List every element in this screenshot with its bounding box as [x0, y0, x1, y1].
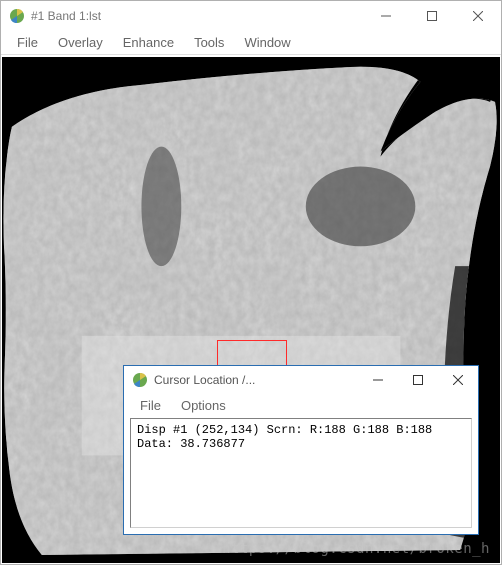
image-viewport[interactable]: https://blog.csdn.net/broken_h Cursor Lo…: [2, 57, 500, 563]
main-window: #1 Band 1:lst File Overlay Enhance Tools…: [0, 0, 502, 565]
close-button[interactable]: [455, 1, 501, 31]
menu-file[interactable]: File: [7, 33, 48, 52]
menu-enhance[interactable]: Enhance: [113, 33, 184, 52]
cursor-titlebar: Cursor Location /...: [124, 366, 478, 394]
maximize-button[interactable]: [409, 1, 455, 31]
cursor-window-controls: [358, 366, 478, 394]
close-button[interactable]: [438, 366, 478, 394]
cursor-window-title: Cursor Location /...: [154, 373, 255, 387]
menu-window[interactable]: Window: [234, 33, 300, 52]
menu-overlay[interactable]: Overlay: [48, 33, 113, 52]
cursor-location-window[interactable]: Cursor Location /... File Options: [123, 365, 479, 535]
cursor-menubar: File Options: [124, 394, 478, 416]
minimize-button[interactable]: [363, 1, 409, 31]
watermark-text: https://blog.csdn.net/broken_h: [222, 541, 490, 557]
envi-app-icon: [9, 8, 25, 24]
main-window-title: #1 Band 1:lst: [31, 9, 101, 23]
menu-options[interactable]: Options: [171, 396, 236, 415]
minimize-button[interactable]: [358, 366, 398, 394]
envi-app-icon: [132, 372, 148, 388]
cursor-info-text: Disp #1 (252,134) Scrn: R:188 G:188 B:18…: [130, 418, 472, 528]
main-window-controls: [363, 1, 501, 31]
main-menubar: File Overlay Enhance Tools Window: [1, 31, 501, 55]
main-titlebar: #1 Band 1:lst: [1, 1, 501, 31]
menu-file[interactable]: File: [130, 396, 171, 415]
menu-tools[interactable]: Tools: [184, 33, 234, 52]
maximize-button[interactable]: [398, 366, 438, 394]
